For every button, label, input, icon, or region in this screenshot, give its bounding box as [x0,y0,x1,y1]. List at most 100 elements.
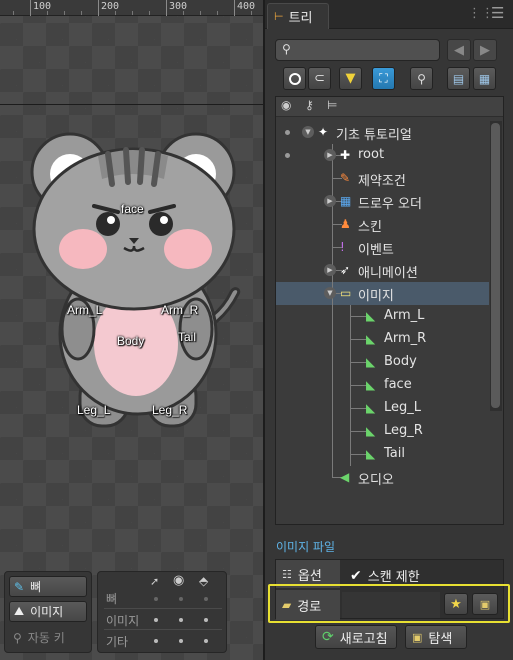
paperclip-icon: ⊂ [314,71,325,86]
ruler-label: 100 [33,1,52,12]
other-visible-toggle[interactable] [179,639,183,643]
images-names-toggle[interactable] [204,618,208,622]
expand-toggle-icon[interactable]: ▼ [302,126,314,138]
tree-row-label: 스킨 [358,220,382,235]
filter-bones-button[interactable] [283,67,306,90]
horizontal-ruler: 100 200 300 400 [0,0,263,16]
magnify-key-icon: ⚲ [417,71,426,86]
bone-label-body[interactable]: Body [117,334,144,348]
images-visible-toggle[interactable] [179,618,183,622]
tree-row[interactable]: ◣ Tail [276,443,489,466]
bone-label-tail[interactable]: Tail [178,330,196,344]
tree-row[interactable]: ◣ Leg_L [276,397,489,420]
bones-select-toggle[interactable] [154,597,158,601]
tree-row[interactable]: ▼ ▭ 이미지 [276,282,489,305]
image-file-icon: ◣ [366,378,376,392]
ruler-label: 300 [169,1,188,12]
key-column-icon[interactable]: ⚷ [305,98,314,112]
images-select-toggle[interactable] [154,618,158,622]
label-tag-icon: ⬘ [199,574,209,588]
filter-attachments-button[interactable]: ⊂ [308,67,331,90]
tree-row-label: 애니메이션 [358,266,418,281]
tree-row[interactable]: ▶ ➶ 애니메이션 [276,259,489,282]
tree-row-label: 이벤트 [358,243,394,258]
expand-toggle-icon[interactable]: ▶ [324,195,336,207]
tree-scrollbar[interactable] [490,121,502,411]
collapse-all-button[interactable]: ▤ [447,67,470,90]
expand-toggle-icon[interactable]: ▶ [324,264,336,276]
other-select-toggle[interactable] [154,639,158,643]
collapse-icon: ▤ [452,71,465,86]
bone-label-arm-r[interactable]: Arm_R [161,303,198,317]
tree-column-header: ◉ ⚷ ⊨ [276,97,503,117]
bone-label-face[interactable]: face [121,202,144,216]
auto-key-button[interactable]: ⚲ 자동 키 [9,627,87,648]
expand-all-button[interactable]: ▦ [473,67,496,90]
tree-row[interactable]: ▶ ✚ root [276,144,489,167]
tree-row[interactable]: ◣ Leg_R [276,420,489,443]
bones-visible-toggle[interactable] [179,597,183,601]
auto-key-label: 자동 키 [27,631,65,645]
bone-label-arm-l[interactable]: Arm_L [67,303,102,317]
panel-titlebar: ⊢ 트리 ⋮⋮ ☰ [265,0,513,29]
tree-row[interactable]: ◣ face [276,374,489,397]
tree-row[interactable]: ◣ Arm_R [276,328,489,351]
visibility-dot[interactable] [285,130,290,135]
tree-row[interactable]: ▶ ▦ 드로우 오더 [276,190,489,213]
tree-row[interactable]: ✎ 제약조건 [276,167,489,190]
image-file-icon: ◣ [366,401,376,415]
row-label-other: 기타 [106,635,129,649]
image-file-icon: ◣ [366,424,376,438]
panel-menu-icon[interactable]: ☰ [491,4,504,22]
image-file-icon: ◣ [366,447,376,461]
hamster-character[interactable] [28,124,248,434]
refresh-button[interactable]: ⟳ 새로고침 [315,625,397,649]
tab-tree[interactable]: ⊢ 트리 [267,3,329,29]
tree-row[interactable]: ▼ ✦ 기초 튜토리얼 [276,121,489,144]
image-icon: ⛰ [14,604,25,618]
bone-label-leg-l[interactable]: Leg_L [77,403,110,417]
other-names-toggle[interactable] [204,639,208,643]
expand-toggle-icon[interactable]: ▶ [324,149,336,161]
tree-row-label: 기초 튜토리얼 [336,128,412,143]
selection-toolbox: ✎ 뼈 ⛰ 이미지 ⚲ 자동 키 [4,571,92,653]
tree-row[interactable]: ♟ 스킨 [276,213,489,236]
expand-icon: ▦ [478,71,491,86]
hierarchy-tree[interactable]: ◉ ⚷ ⊨ ▼ ✦ 기초 튜토리얼 ▶ ✚ root ✎ 제약조건 ▶ ▦ 드로우 오더 ♟ 스킨! 이벤… [275,96,504,525]
tree-row[interactable]: ◣ Arm_L [276,305,489,328]
search-select-button[interactable]: ⚲ [410,67,433,90]
tree-row-label: 이미지 [358,289,394,304]
filter-toggle-button[interactable]: ▼ [339,67,362,90]
search-icon: ⚲ [282,42,291,56]
tree-search-input[interactable]: ⚲ [275,39,440,61]
focus-selection-button[interactable]: ⛶ [372,67,395,90]
visibility-column-icon[interactable]: ◉ [281,98,291,112]
hierarchy-column-icon[interactable]: ⊨ [327,98,337,112]
folder-search-icon: ▣ [412,630,423,644]
scan-limit-checkbox[interactable]: ✔ 스캔 제한 [350,566,420,586]
next-result-button[interactable]: ▶ [473,39,497,61]
tree-row-label: Leg_R [384,423,423,438]
images-toggle-button[interactable]: ⛰ 이미지 [9,601,87,622]
path-highlight-box [268,584,510,623]
tree-scrollbar-thumb[interactable] [491,123,500,408]
bone-label-leg-r[interactable]: Leg_R [152,403,187,417]
constraint-icon: ✎ [340,171,351,185]
ruler-label: 200 [101,1,120,12]
image-file-icon: ◣ [366,355,376,369]
tree-row[interactable]: ◣ Body [276,351,489,374]
canvas-viewport[interactable]: 100 200 300 400 face Arm_L Arm_R Body Ta… [0,0,263,660]
draw-order-icon: ▦ [340,194,352,208]
bones-names-toggle[interactable] [204,597,208,601]
tree-row-label: Arm_L [384,308,425,323]
expand-toggle-icon[interactable]: ▼ [324,287,336,299]
tree-row[interactable]: ! 이벤트 [276,236,489,259]
circle-icon [288,72,301,85]
bones-toggle-button[interactable]: ✎ 뼈 [9,576,87,597]
visibility-dot[interactable] [285,153,290,158]
tree-row[interactable]: ◀ 오디오 [276,466,489,489]
arrow-right-icon: ▶ [480,42,490,58]
browse-button[interactable]: ▣ 탐색 [405,625,467,649]
previous-result-button[interactable]: ◀ [447,39,471,61]
tree-row-label: Tail [384,446,405,461]
